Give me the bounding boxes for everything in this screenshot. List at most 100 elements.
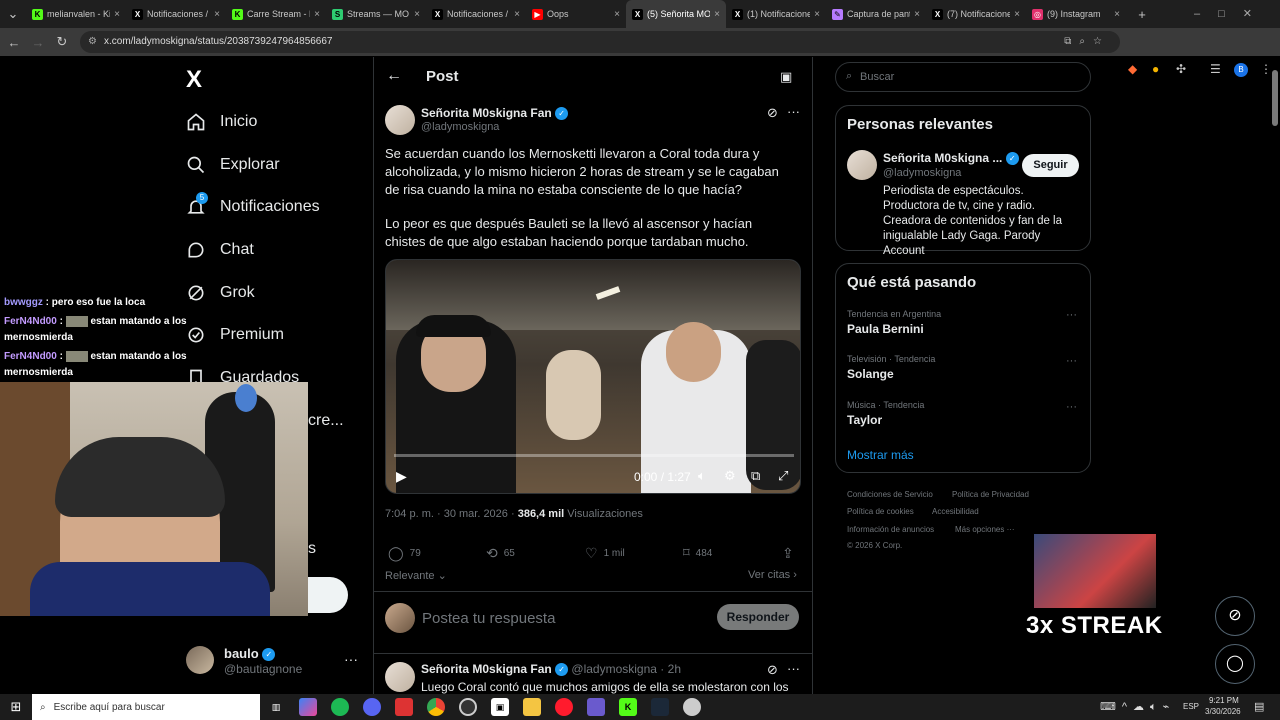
app-icon[interactable] <box>395 698 413 716</box>
close-tab-icon[interactable]: × <box>414 9 420 20</box>
pip-icon[interactable]: ⧉ <box>751 468 760 484</box>
steam-icon[interactable] <box>651 698 669 716</box>
copilot-icon[interactable] <box>299 698 317 716</box>
system-tray-icons[interactable]: ⌨^☁🔈︎⌁ <box>1100 700 1175 714</box>
footer-cookies-link[interactable]: Política de cookies <box>847 507 914 516</box>
browser-tab[interactable]: ◎ (9) Instagram × <box>1026 0 1126 28</box>
language-indicator[interactable]: ESP <box>1183 702 1199 711</box>
browser-tab[interactable]: ▶ Oops × <box>526 0 626 28</box>
video-player[interactable]: ▶ 0:00 / 1:27 🔈︎ ⚙ ⧉ ⤢ <box>385 259 801 494</box>
chat-floating-button[interactable]: ◯ <box>1215 644 1255 684</box>
site-info-icon[interactable]: ⚙ <box>88 31 97 53</box>
scrollbar-thumb[interactable] <box>1272 70 1278 126</box>
author-handle[interactable]: @ladymoskigna <box>421 121 499 133</box>
more-icon[interactable]: ··· <box>1066 401 1077 413</box>
browser-menu-icon[interactable]: ⋮ <box>1260 62 1272 76</box>
fullscreen-icon[interactable]: ⤢ <box>778 468 788 484</box>
footer-ads-link[interactable]: Información de anuncios <box>847 525 934 534</box>
clock-time[interactable]: 9:21 PM <box>1209 696 1239 705</box>
clock-date[interactable]: 3/30/2026 <box>1205 707 1241 716</box>
close-tab-icon[interactable]: × <box>614 9 620 20</box>
person-handle[interactable]: @ladymoskigna <box>883 167 961 179</box>
more-icon[interactable]: ··· <box>787 104 800 119</box>
video-progress-bar[interactable] <box>394 454 794 457</box>
chrome-icon[interactable] <box>427 698 445 716</box>
windows-start-icon[interactable]: ⊞ <box>7 698 25 716</box>
back-arrow-icon[interactable]: ← <box>386 67 402 85</box>
close-tab-icon[interactable]: × <box>114 9 120 20</box>
sidebar-item-inicio[interactable]: Inicio <box>186 107 257 137</box>
sidebar-item-partial[interactable]: cre... <box>308 412 344 430</box>
author-name[interactable]: Señorita M0skigna Fan ✓ <box>421 106 569 121</box>
close-tab-icon[interactable]: × <box>914 9 920 20</box>
extension-icon-2[interactable]: ● <box>1152 62 1159 76</box>
browser-tab[interactable]: X (1) Notificaciones × <box>726 0 826 28</box>
person-name[interactable]: Señorita M0skigna ... ✓ <box>883 151 1019 166</box>
browser-tab-active[interactable]: X (5) Señorita MOs × <box>626 0 726 28</box>
tab-search-button[interactable]: ⌄ <box>0 6 26 22</box>
close-tab-icon[interactable]: × <box>814 9 820 20</box>
close-tab-icon[interactable]: × <box>1014 9 1020 20</box>
trend-item[interactable]: Tendencia en Argentina Paula Bernini <box>847 309 941 336</box>
bookmark-button[interactable]: ⌑ 484 <box>683 545 712 561</box>
browser-tab[interactable]: X Notificaciones / X × <box>126 0 226 28</box>
app-icon-4[interactable] <box>683 698 701 716</box>
grok-explain-icon[interactable]: ⊘ <box>767 662 778 678</box>
address-actions-icons[interactable]: ⧉⌕☆ <box>1064 31 1110 53</box>
sidebar-item-explorar[interactable]: Explorar <box>186 150 280 180</box>
browser-tab[interactable]: ✎Captura de pantalla× <box>826 0 926 28</box>
reading-list-icon[interactable]: ☰ <box>1210 62 1221 76</box>
profile-avatar[interactable]: B <box>1234 63 1248 77</box>
back-button[interactable]: ← <box>2 35 26 50</box>
trend-item[interactable]: Televisión · Tendencia Solange <box>847 354 935 381</box>
browser-tab[interactable]: X (7) Notificaciones × <box>926 0 1026 28</box>
opera-icon[interactable] <box>555 698 573 716</box>
like-button[interactable]: ♡ 1 mil <box>585 545 625 562</box>
author-avatar[interactable] <box>385 105 415 135</box>
follow-button[interactable]: Seguir <box>1022 154 1079 177</box>
repost-button[interactable]: ⟲ 65 <box>486 545 515 562</box>
url-field[interactable]: ⚙ x.com/ladymoskigna/status/203873924796… <box>80 31 1120 53</box>
new-tab-button[interactable]: + <box>1130 7 1154 22</box>
file-explorer-icon[interactable] <box>523 698 541 716</box>
reply-header[interactable]: Señorita M0skigna Fan ✓ @ladymoskigna · … <box>421 662 681 677</box>
discord-icon[interactable] <box>363 698 381 716</box>
search-box[interactable]: ⌕ Buscar <box>835 62 1091 92</box>
reload-button[interactable]: ↻ <box>50 34 74 50</box>
reply-input[interactable]: Postea tu respuesta <box>422 610 555 627</box>
close-tab-icon[interactable]: × <box>214 9 220 20</box>
footer-privacy-link[interactable]: Política de Privacidad <box>952 490 1029 499</box>
reply-button[interactable]: ◯ 79 <box>388 545 421 562</box>
footer-terms-link[interactable]: Condiciones de Servicio <box>847 490 933 499</box>
spotify-icon[interactable] <box>331 698 349 716</box>
close-tab-icon[interactable]: × <box>314 9 320 20</box>
volume-icon[interactable]: 🔈︎ <box>698 468 706 484</box>
browser-tab[interactable]: X Notificaciones / X × <box>426 0 526 28</box>
play-icon[interactable]: ▶ <box>396 468 407 485</box>
more-icon[interactable]: ··· <box>787 661 800 676</box>
x-logo-icon[interactable]: X <box>186 66 202 94</box>
grok-floating-button[interactable]: ⊘ <box>1215 596 1255 636</box>
task-view-icon[interactable]: ▥ <box>267 698 285 716</box>
footer-more-link[interactable]: Más opciones ··· <box>955 525 1015 534</box>
more-icon[interactable]: ··· <box>344 651 358 667</box>
browser-tab[interactable]: KCarre Stream - Kick× <box>226 0 326 28</box>
settings-icon[interactable]: ⚙ <box>724 468 736 484</box>
kick-icon[interactable]: K <box>619 698 637 716</box>
window-controls[interactable]: –□✕ <box>1194 7 1270 20</box>
sidebar-item-notificaciones[interactable]: 5 Notificaciones <box>186 192 320 222</box>
trend-item[interactable]: Música · Tendencia Taylor <box>847 400 924 427</box>
taskbar-search[interactable]: ⌕ Escribe aquí para buscar <box>32 694 260 720</box>
browser-tab[interactable]: Kmelianvalen - Kick× <box>26 0 126 28</box>
more-icon[interactable]: ··· <box>1066 309 1077 321</box>
share-button[interactable]: ⇪ <box>782 545 794 562</box>
close-tab-icon[interactable]: × <box>514 9 520 20</box>
sort-relevant-dropdown[interactable]: Relevante ⌄ <box>385 569 447 582</box>
browser-tab[interactable]: S Streams — MO × <box>326 0 426 28</box>
more-icon[interactable]: ··· <box>1066 355 1077 367</box>
extension-icon[interactable]: ◆ <box>1128 62 1137 76</box>
sidebar-item-partial-2[interactable]: s <box>308 540 316 558</box>
view-quotes-link[interactable]: Ver citas › <box>748 569 797 581</box>
reply-submit-button[interactable]: Responder <box>717 604 799 630</box>
sidebar-item-chat[interactable]: Chat <box>186 235 254 265</box>
